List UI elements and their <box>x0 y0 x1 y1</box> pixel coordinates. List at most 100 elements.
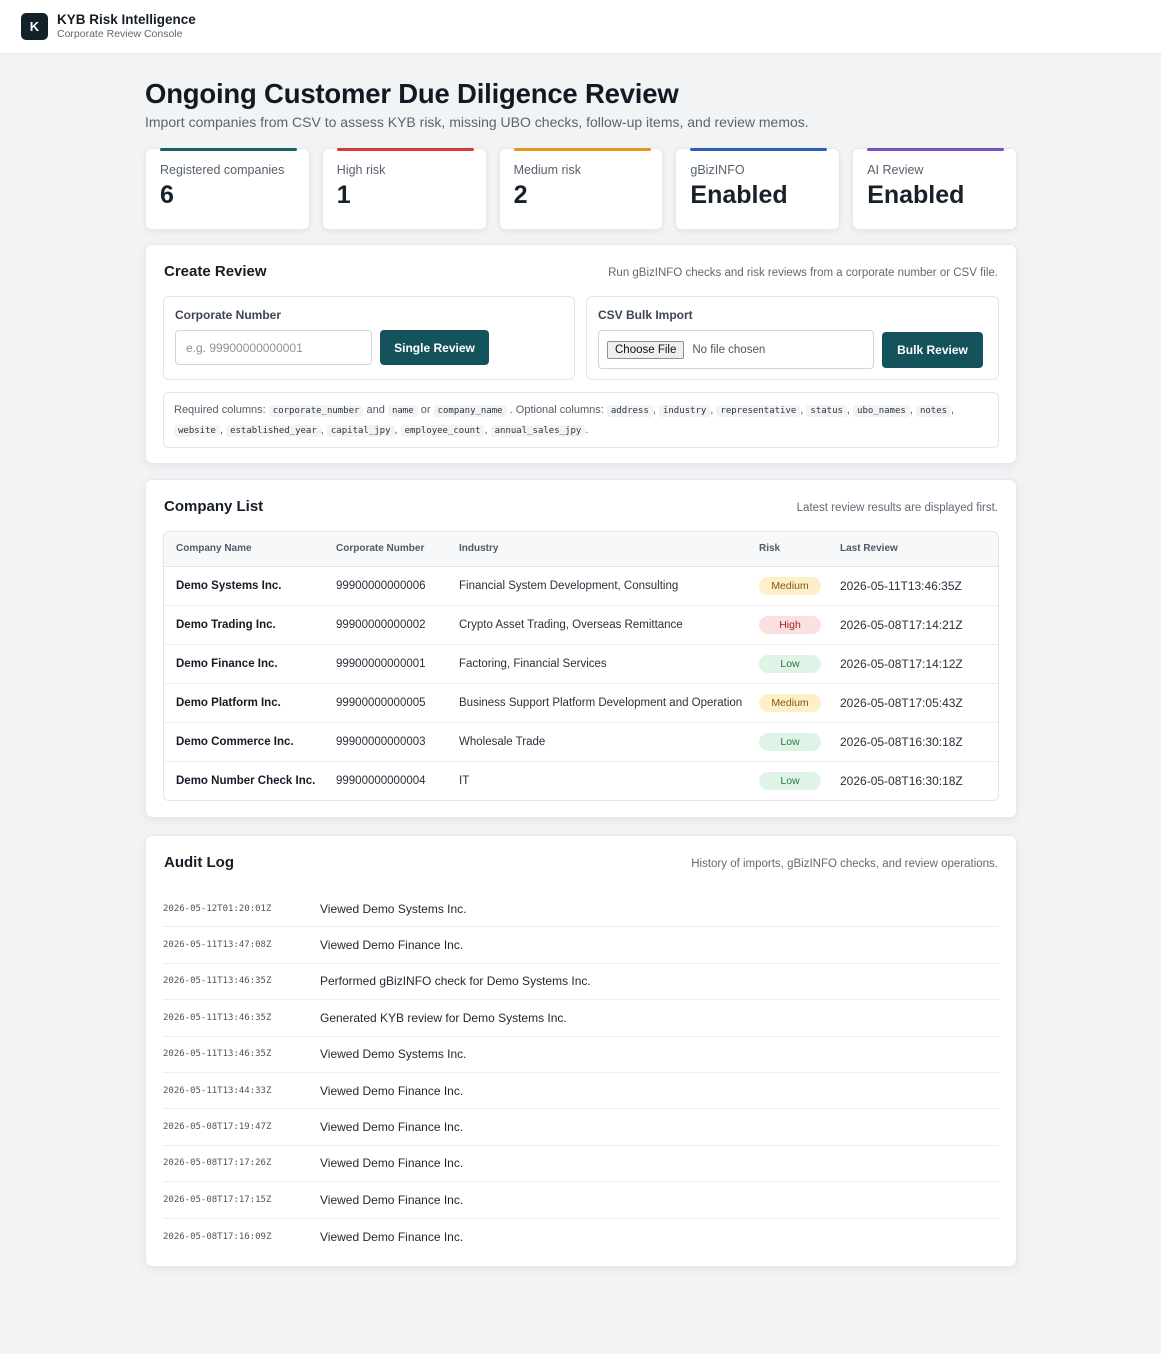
column-code: company_name <box>433 405 507 417</box>
and-text: and <box>366 404 385 416</box>
audit-log-list: 2026-05-12T01:20:01Z Viewed Demo Systems … <box>163 891 999 1255</box>
company-name-cell: Demo Trading Inc. <box>164 605 336 645</box>
create-review-title: Create Review <box>164 263 267 280</box>
risk-badge: Low <box>759 732 821 751</box>
column-code: website <box>174 425 220 437</box>
optional-columns-label: . Optional columns: <box>509 404 604 416</box>
corporate-number-label: Corporate Number <box>175 308 282 322</box>
company-name-cell: Demo Number Check Inc. <box>176 774 316 787</box>
audit-log-entry: 2026-05-11T13:46:35Z Viewed Demo Systems … <box>163 1037 999 1073</box>
industry-cell: Financial System Development, Consulting <box>459 566 759 606</box>
stat-accent-bar <box>690 148 828 151</box>
audit-log-entry: 2026-05-08T17:17:26Z Viewed Demo Finance … <box>163 1146 999 1183</box>
risk-badge: Low <box>759 771 821 790</box>
column-code: corporate_number <box>268 405 364 417</box>
table-row[interactable]: Demo Number Check Inc. 99900000000004 IT Lo… <box>164 761 998 800</box>
or-text: or <box>420 404 431 416</box>
column-code: status <box>806 405 847 417</box>
column-code: established_year <box>226 425 321 437</box>
stat-card-registered: Registered companies 6 <box>145 148 310 230</box>
audit-timestamp: 2026-05-11T13:46:35Z <box>163 1012 272 1023</box>
audit-log-entry: 2026-05-08T17:16:09Z Viewed Demo Finance … <box>163 1219 999 1255</box>
stats-row: Registered companies 6 High risk 1 Mediu… <box>145 148 1017 230</box>
industry-cell: Wholesale Trade <box>459 722 759 762</box>
industry-cell: Business Support Platform Development an… <box>459 683 759 723</box>
stat-label: AI Review <box>867 163 924 177</box>
stat-label: Medium risk <box>513 163 581 177</box>
column-code: notes <box>915 405 952 417</box>
column-header-company-name: Company Name <box>164 532 336 567</box>
table-row[interactable]: Demo Systems Inc. 99900000000006 Financial… <box>164 566 998 606</box>
audit-timestamp: 2026-05-08T17:19:47Z <box>163 1122 272 1133</box>
choose-file-button[interactable]: Choose File <box>607 340 685 359</box>
stat-value: Enabled <box>867 181 965 209</box>
stat-accent-bar <box>336 148 474 151</box>
audit-timestamp: 2026-05-08T17:16:09Z <box>163 1231 272 1242</box>
company-list-note: Latest review results are displayed firs… <box>796 502 998 514</box>
required-columns-label: Required columns: <box>174 404 266 416</box>
app-subtitle: Corporate Review Console <box>57 28 183 40</box>
column-code: employee_count <box>400 425 485 437</box>
risk-cell: Low <box>759 722 840 762</box>
create-review-card: Create Review Run gBizINFO checks and ri… <box>145 244 1017 464</box>
column-header-last-review: Last Review <box>840 532 998 567</box>
stat-label: Registered companies <box>160 163 285 177</box>
risk-cell: High <box>759 605 840 645</box>
stat-label: High risk <box>336 163 386 177</box>
audit-timestamp: 2026-05-08T17:17:26Z <box>163 1158 272 1169</box>
audit-timestamp: 2026-05-11T13:46:35Z <box>163 976 272 987</box>
column-code: representative <box>716 405 801 417</box>
audit-log-entry: 2026-05-08T17:17:15Z Viewed Demo Finance … <box>163 1182 999 1219</box>
audit-message: Generated KYB review for Demo Systems In… <box>320 1010 567 1025</box>
risk-badge: Low <box>759 654 821 673</box>
company-name-cell: Demo Systems Inc. <box>164 566 336 606</box>
create-review-note: Run gBizINFO checks and risk reviews fro… <box>608 267 998 279</box>
last-review-cell: 2026-05-08T17:14:12Z <box>840 644 998 684</box>
single-review-button[interactable]: Single Review <box>380 330 489 365</box>
table-row[interactable]: Demo Platform Inc. 99900000000005 Business… <box>164 683 998 723</box>
audit-log-entry: 2026-05-11T13:46:35Z Generated KYB review… <box>163 1000 999 1037</box>
company-list-title: Company List <box>164 498 264 515</box>
corporate-number-input[interactable] <box>175 330 372 365</box>
stat-accent-bar <box>160 148 297 151</box>
brand: KYB Risk Intelligence Corporate Review C… <box>57 12 196 41</box>
csv-import-label: CSV Bulk Import <box>598 308 693 322</box>
column-code: name <box>387 405 418 417</box>
audit-timestamp: 2026-05-11T13:47:08Z <box>163 940 272 951</box>
stat-value: 6 <box>160 181 174 209</box>
corporate-number-cell: 99900000000002 <box>336 605 459 645</box>
risk-cell: Medium <box>759 683 840 723</box>
column-header-risk: Risk <box>759 532 840 567</box>
file-status: No file chosen <box>692 343 766 356</box>
column-code: industry <box>658 405 711 417</box>
audit-message: Performed gBizINFO check for Demo System… <box>320 974 591 989</box>
industry-cell: Crypto Asset Trading, Overseas Remittanc… <box>459 605 759 645</box>
stat-value: 2 <box>513 181 528 209</box>
column-code: capital_jpy <box>326 425 395 437</box>
industry-cell: IT <box>459 774 470 787</box>
app-title: KYB Risk Intelligence <box>57 12 196 27</box>
audit-message: Viewed Demo Finance Inc. <box>320 1229 464 1244</box>
audit-message: Viewed Demo Finance Inc. <box>320 1083 464 1098</box>
top-bar: K KYB Risk Intelligence Corporate Review… <box>0 0 1161 54</box>
audit-timestamp: 2026-05-11T13:46:35Z <box>163 1049 272 1060</box>
table-row[interactable]: Demo Finance Inc. 99900000000001 Factoring… <box>164 644 998 684</box>
table-row[interactable]: Demo Commerce Inc. 99900000000003 Wholesal… <box>164 722 998 762</box>
corporate-number-cell: 99900000000006 <box>336 566 459 606</box>
corporate-number-cell: 99900000000003 <box>336 722 459 762</box>
audit-message: Viewed Demo Finance Inc. <box>320 938 464 953</box>
audit-message: Viewed Demo Finance Inc. <box>320 1120 464 1135</box>
column-header-industry: Industry <box>459 532 759 567</box>
risk-badge: Medium <box>759 576 821 595</box>
audit-log-entry: 2026-05-11T13:46:35Z Performed gBizINFO c… <box>163 964 999 1001</box>
stat-value: Enabled <box>690 181 788 209</box>
csv-file-input[interactable]: Choose File No file chosen <box>598 330 874 369</box>
table-row[interactable]: Demo Trading Inc. 99900000000002 Crypto As… <box>164 605 998 645</box>
last-review-cell: 2026-05-08T16:30:18Z <box>840 722 998 762</box>
audit-timestamp: 2026-05-11T13:44:33Z <box>163 1085 272 1096</box>
bulk-review-button[interactable]: Bulk Review <box>882 331 983 368</box>
stat-card-high-risk: High risk 1 <box>321 148 487 230</box>
last-review-cell: 2026-05-08T16:30:18Z <box>840 773 963 788</box>
main-content: Ongoing Customer Due Diligence Review Im… <box>145 54 1017 1267</box>
audit-log-entry: 2026-05-11T13:47:08Z Viewed Demo Finance … <box>163 927 999 964</box>
